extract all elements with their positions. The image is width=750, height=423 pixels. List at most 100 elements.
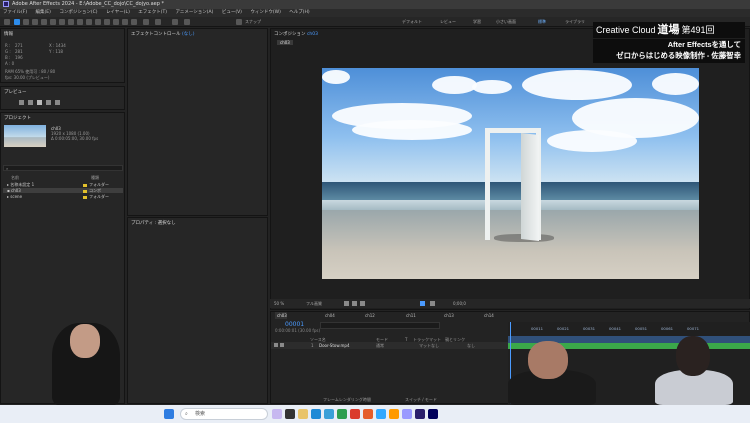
snapshot-icon[interactable]	[430, 301, 435, 306]
snap-checkbox[interactable]	[236, 19, 242, 25]
first-frame-icon[interactable]	[19, 100, 24, 105]
composition-viewer[interactable]	[322, 68, 699, 279]
project-column-name[interactable]: 名前	[11, 175, 19, 181]
project-item[interactable]: ▸ 名称未設定 1 フォルダー	[3, 182, 123, 187]
current-frame[interactable]: 0;00;0	[453, 301, 466, 306]
brush-tool-icon[interactable]	[95, 19, 101, 25]
store-icon[interactable]	[324, 409, 334, 419]
info-panel: 情報 R : 271 G : 281 B : 196 A : 0 X : 143…	[0, 28, 125, 83]
last-frame-icon[interactable]	[55, 100, 60, 105]
excel-icon[interactable]	[337, 409, 347, 419]
timeline-footer-switches[interactable]: スイッチ / モード	[405, 397, 437, 403]
composition-footer: 50 % フル画質 0;00;0	[270, 299, 750, 308]
timeline-tab-ch12[interactable]: ch12	[363, 312, 375, 319]
workspace-libraries[interactable]: ライブラリ	[565, 18, 585, 26]
menu-effect[interactable]: エフェクト(T)	[138, 10, 167, 15]
menu-window[interactable]: ウィンドウ(W)	[250, 10, 280, 15]
project-item[interactable]: ▸ scene フォルダー	[3, 194, 123, 199]
mask-icon[interactable]	[360, 301, 365, 306]
fast-preview-icon[interactable]	[420, 301, 425, 306]
layer-trackmatte-select[interactable]: マットなし	[419, 343, 439, 349]
label-color-icon	[83, 195, 87, 199]
acrobat-icon[interactable]	[350, 409, 360, 419]
project-column-type[interactable]: 種類	[91, 175, 99, 181]
selection-tool-icon[interactable]	[14, 19, 20, 25]
app-icon[interactable]	[363, 409, 373, 419]
transparency-grid-icon[interactable]	[352, 301, 357, 306]
pan-behind-tool-icon[interactable]	[59, 19, 65, 25]
illustrator-icon[interactable]	[389, 409, 399, 419]
ruler-label: 00061	[661, 326, 674, 331]
next-frame-icon[interactable]	[46, 100, 51, 105]
previous-frame-icon[interactable]	[28, 100, 33, 105]
type-tool-icon[interactable]	[86, 19, 92, 25]
task-view-icon[interactable]	[285, 409, 295, 419]
workspace-review[interactable]: レビュー	[440, 18, 456, 26]
timeline-tab-ch14[interactable]: ch14	[482, 312, 494, 319]
rectangle-tool-icon[interactable]	[68, 19, 74, 25]
timeline-layer-row[interactable]: 1 Door-Stow.mp4 通常 マットなし なし	[271, 342, 508, 349]
eraser-tool-icon[interactable]	[113, 19, 119, 25]
ruler-label: 00021	[557, 326, 570, 331]
photoshop-icon[interactable]	[376, 409, 386, 419]
timeline-search-input[interactable]	[320, 322, 440, 329]
taskbar-search-input[interactable]: ⌕ 検索	[180, 408, 268, 420]
layer-mode-select[interactable]: 通常	[376, 343, 384, 349]
project-search-input[interactable]: ⌕	[3, 165, 123, 171]
info-g-value: 281	[15, 49, 23, 54]
resolution-select[interactable]: フル画質	[306, 301, 322, 307]
camera-tool-icon[interactable]	[50, 19, 56, 25]
menu-view[interactable]: ビュー(V)	[222, 10, 242, 15]
cloud	[547, 130, 637, 152]
eye-icon[interactable]	[274, 343, 278, 347]
project-item[interactable]: ▪ ch03 コンポ	[3, 188, 123, 193]
label-color-icon	[83, 189, 87, 193]
premiere-icon[interactable]	[402, 409, 412, 419]
timeline-tab-ch11[interactable]: ch11	[404, 312, 416, 319]
zoom-select[interactable]: 50 %	[274, 301, 284, 306]
media-encoder-icon[interactable]	[428, 409, 438, 419]
after-effects-icon[interactable]	[415, 409, 425, 419]
timeline-tab-ch13[interactable]: ch13	[442, 312, 454, 319]
edge-browser-icon[interactable]	[311, 409, 321, 419]
timeline-tab-ch03[interactable]: ch03	[275, 312, 287, 319]
rotate-tool-icon[interactable]	[41, 19, 47, 25]
workspace-small-screen[interactable]: 小さい画面	[496, 18, 516, 26]
windows-start-icon[interactable]	[164, 409, 174, 419]
hand-tool-icon[interactable]	[23, 19, 29, 25]
align-icon[interactable]	[172, 19, 178, 25]
audio-icon[interactable]	[280, 343, 284, 347]
menu-layer[interactable]: レイヤー(L)	[106, 10, 130, 15]
zoom-tool-icon[interactable]	[32, 19, 38, 25]
snap-label: スナップ	[245, 19, 261, 24]
menu-help[interactable]: ヘルプ(H)	[289, 10, 309, 15]
timeline-tab-ch04[interactable]: ch04	[323, 312, 335, 319]
region-icon[interactable]	[344, 301, 349, 306]
ruler-label: 00041	[609, 326, 622, 331]
menu-animation[interactable]: アニメーション(A)	[175, 10, 213, 15]
fill-icon[interactable]	[143, 19, 149, 25]
preview-panel-title: プレビュー	[4, 90, 27, 95]
workspace-learn[interactable]: 学習	[473, 18, 481, 26]
stroke-icon[interactable]	[155, 19, 161, 25]
pen-tool-icon[interactable]	[77, 19, 83, 25]
composition-tab[interactable]: ch03	[277, 40, 293, 45]
puppet-tool-icon[interactable]	[131, 19, 137, 25]
clone-tool-icon[interactable]	[104, 19, 110, 25]
menu-composition[interactable]: コンポジション(C)	[59, 10, 97, 15]
home-icon[interactable]	[4, 19, 10, 25]
roto-tool-icon[interactable]	[122, 19, 128, 25]
info-b: B :	[5, 55, 11, 60]
distribute-icon[interactable]	[184, 19, 190, 25]
play-icon[interactable]	[37, 100, 42, 105]
widgets-icon[interactable]	[272, 409, 282, 419]
menu-edit[interactable]: 編集(E)	[36, 10, 51, 15]
workspace-standard[interactable]: 標準	[538, 18, 546, 26]
timeline-timecode[interactable]: 00001	[285, 321, 304, 328]
effect-controls-panel: エフェクトコントロール (なし)	[127, 28, 268, 216]
layer-name[interactable]: Door-Stow.mp4	[319, 343, 350, 348]
layer-parent-select[interactable]: なし	[467, 343, 475, 349]
file-explorer-icon[interactable]	[298, 409, 308, 419]
menu-file[interactable]: ファイル(F)	[3, 10, 27, 15]
workspace-default[interactable]: デフォルト	[402, 18, 422, 26]
